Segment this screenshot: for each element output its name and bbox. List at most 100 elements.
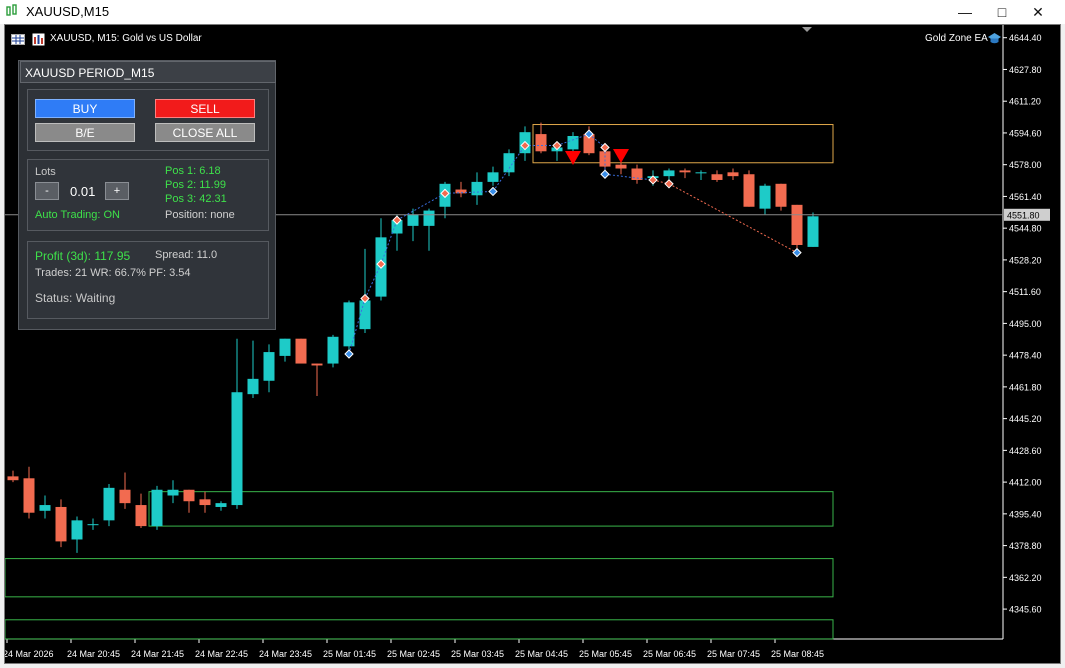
trade-link-line bbox=[444, 190, 494, 194]
candle-body bbox=[135, 505, 147, 527]
price-tick-label: 4544.80 bbox=[1009, 224, 1042, 234]
trade-link-line bbox=[604, 173, 654, 181]
candle bbox=[503, 149, 515, 177]
position-2-profit: Pos 2: 11.99 bbox=[165, 179, 226, 191]
demand-zone bbox=[5, 619, 834, 640]
candle bbox=[231, 338, 243, 509]
position-3-profit: Pos 3: 42.31 bbox=[165, 193, 227, 205]
lots-decrease-button[interactable]: - bbox=[35, 182, 59, 200]
candle-body bbox=[807, 216, 819, 247]
candle-body bbox=[39, 505, 51, 511]
candle bbox=[135, 493, 147, 529]
chart-app-icon bbox=[6, 4, 17, 16]
candle-body bbox=[55, 506, 67, 542]
candle-body bbox=[503, 153, 515, 173]
candle bbox=[711, 170, 723, 182]
breakeven-button[interactable]: B/E bbox=[35, 123, 135, 142]
time-tick-label: 25 Mar 07:45 bbox=[707, 649, 760, 659]
candle bbox=[807, 212, 819, 247]
candle bbox=[535, 122, 547, 154]
ea-hat-icon bbox=[988, 33, 1001, 44]
candle-body bbox=[295, 338, 307, 364]
candle bbox=[103, 484, 115, 527]
time-tick-label: 24 Mar 23:45 bbox=[259, 649, 312, 659]
price-tick-label: 4594.60 bbox=[1009, 128, 1042, 138]
price-tick-label: 4627.80 bbox=[1009, 65, 1042, 75]
lots-label: Lots bbox=[35, 166, 56, 178]
candle-body bbox=[791, 204, 803, 245]
candle bbox=[23, 466, 35, 519]
ea-panel-header: XAUUSD PERIOD_M15 bbox=[20, 61, 276, 83]
chart-shift-marker bbox=[802, 27, 812, 32]
candle bbox=[471, 172, 483, 205]
candle bbox=[39, 495, 51, 519]
ea-name-label: Gold Zone EA bbox=[925, 33, 988, 44]
candle bbox=[295, 338, 307, 364]
time-tick-label: 25 Mar 08:45 bbox=[771, 649, 824, 659]
candle bbox=[455, 181, 467, 198]
candle bbox=[663, 168, 675, 180]
price-tick-label: 4378.80 bbox=[1009, 541, 1042, 551]
close-all-button[interactable]: CLOSE ALL bbox=[155, 123, 255, 142]
maximize-button[interactable]: □ bbox=[982, 0, 1022, 24]
candle bbox=[695, 170, 707, 180]
lots-increase-button[interactable]: + bbox=[105, 182, 129, 200]
candle-body bbox=[311, 363, 323, 366]
candle bbox=[343, 300, 355, 351]
price-tick-label: 4611.20 bbox=[1009, 97, 1041, 107]
candle-body bbox=[119, 489, 131, 504]
candle bbox=[279, 338, 291, 362]
price-tick-label: 4445.20 bbox=[1009, 414, 1042, 424]
lots-settings-group: Lots - 0.01 + Auto Trading: ON Pos 1: 6.… bbox=[27, 159, 269, 231]
candle bbox=[631, 164, 643, 184]
candle-body bbox=[407, 214, 419, 226]
current-price-label: 4551.80 bbox=[1007, 210, 1040, 220]
candle-body bbox=[615, 164, 627, 169]
price-tick-label: 4511.60 bbox=[1009, 287, 1041, 297]
price-tick-label: 4412.00 bbox=[1009, 478, 1042, 488]
order-buttons-group: BUY SELL B/E CLOSE ALL bbox=[27, 89, 269, 151]
candle-body bbox=[247, 378, 259, 395]
ea-panel-title: XAUUSD PERIOD_M15 bbox=[25, 66, 155, 80]
candle-body bbox=[471, 181, 483, 196]
candle-body bbox=[535, 134, 547, 152]
demand-zone bbox=[148, 491, 834, 527]
statistics-group: Profit (3d): 117.95 Spread: 11.0 Trades:… bbox=[27, 241, 269, 319]
trade-link-line bbox=[396, 192, 446, 221]
price-tick-label: 4362.20 bbox=[1009, 573, 1042, 583]
candle-body bbox=[775, 183, 787, 207]
candle-body bbox=[663, 170, 675, 177]
candle-body bbox=[183, 489, 195, 502]
candle bbox=[55, 499, 67, 548]
candle bbox=[247, 340, 259, 398]
candle-body bbox=[759, 185, 771, 209]
time-tick-label: 25 Mar 02:45 bbox=[387, 649, 440, 659]
chart-type-icon bbox=[11, 34, 25, 45]
price-tick-label: 4578.00 bbox=[1009, 160, 1042, 170]
sell-button[interactable]: SELL bbox=[155, 99, 255, 118]
chart-symbol-label: XAUUSD, M15: Gold vs US Dollar bbox=[50, 33, 202, 44]
candle bbox=[743, 170, 755, 207]
close-button[interactable]: ✕ bbox=[1018, 0, 1058, 24]
candle bbox=[183, 489, 195, 513]
minimize-button[interactable]: — bbox=[945, 0, 985, 24]
candle bbox=[311, 363, 323, 397]
candle-body bbox=[23, 478, 35, 513]
time-tick-label: 25 Mar 06:45 bbox=[643, 649, 696, 659]
candle bbox=[439, 181, 451, 219]
lots-value[interactable]: 0.01 bbox=[70, 184, 95, 199]
chart-window[interactable]: 4644.40 4627.80 4611.20 4594.60 4578.00 4561.… bbox=[4, 24, 1061, 664]
candle bbox=[7, 470, 19, 483]
candle bbox=[791, 204, 803, 251]
candle-body bbox=[327, 336, 339, 364]
candle-body bbox=[103, 487, 115, 521]
candle-body bbox=[151, 489, 163, 527]
window-titlebar: XAUUSD,M15 — □ ✕ bbox=[0, 0, 1065, 24]
price-tick-label: 4395.40 bbox=[1009, 509, 1042, 519]
buy-button[interactable]: BUY bbox=[35, 99, 135, 118]
time-tick-label: 25 Mar 04:45 bbox=[515, 649, 568, 659]
candle-body bbox=[343, 302, 355, 347]
candle-body bbox=[695, 172, 707, 174]
time-tick-label: 24 Mar 2026 bbox=[5, 649, 54, 659]
sell-trade-marker bbox=[664, 179, 674, 189]
